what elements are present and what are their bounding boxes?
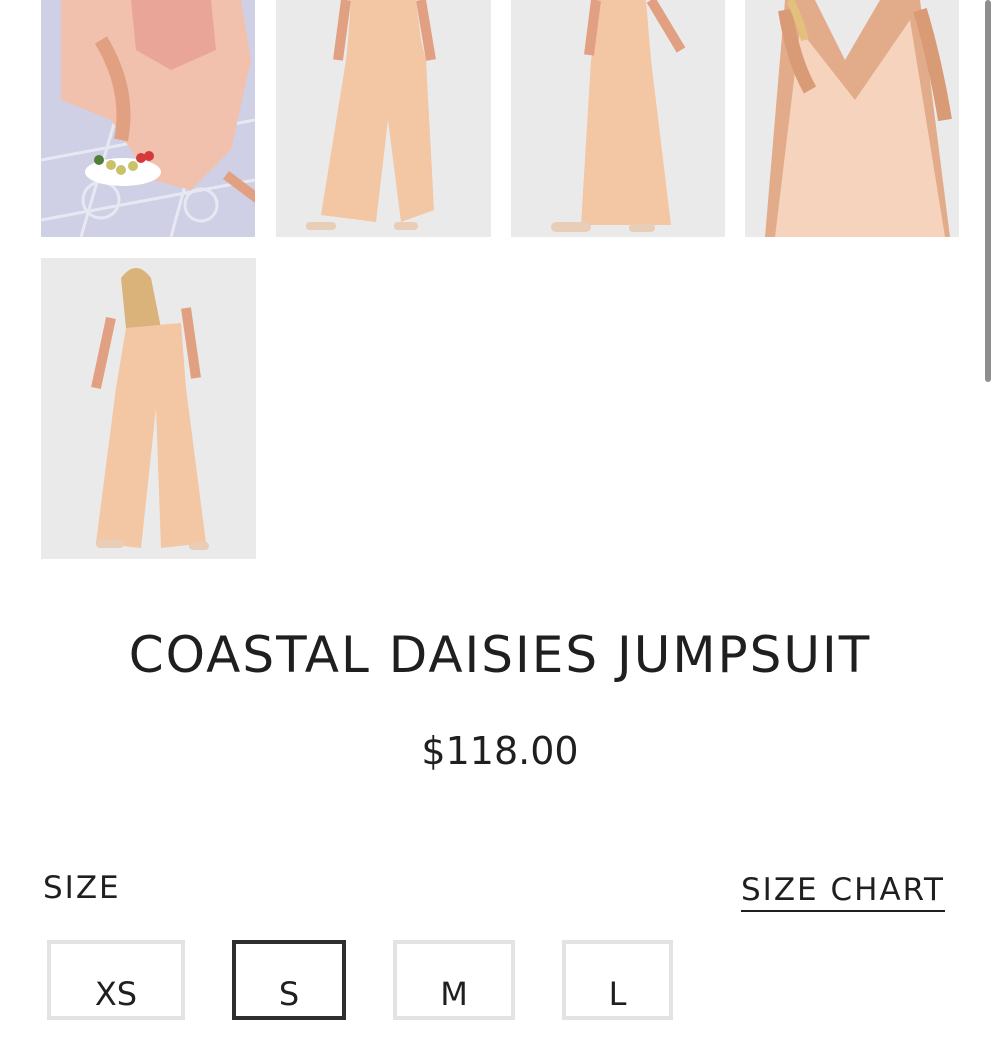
size-chart-link[interactable]: SIZE CHART: [741, 872, 945, 912]
lifestyle-photo-graphic: [41, 0, 255, 237]
product-image-front[interactable]: [276, 0, 491, 237]
size-option-s[interactable]: S: [232, 940, 346, 1020]
back-photo-graphic: [41, 258, 256, 559]
size-option-xs[interactable]: XS: [47, 940, 185, 1020]
product-title: COASTAL DAISIES JUMPSUIT: [128, 626, 872, 684]
closeup-photo-graphic: [745, 0, 959, 237]
product-image-closeup[interactable]: [745, 0, 959, 237]
size-option-m[interactable]: M: [393, 940, 515, 1020]
page-scrollbar[interactable]: [985, 0, 991, 382]
side-photo-graphic: [511, 0, 725, 237]
front-photo-graphic: [276, 0, 491, 237]
size-label: SIZE: [43, 870, 121, 906]
product-price: $118.00: [421, 729, 579, 773]
product-image-side[interactable]: [511, 0, 725, 237]
product-image-lifestyle[interactable]: [41, 0, 255, 237]
product-image-back[interactable]: [41, 258, 256, 559]
size-option-l[interactable]: L: [562, 940, 673, 1020]
